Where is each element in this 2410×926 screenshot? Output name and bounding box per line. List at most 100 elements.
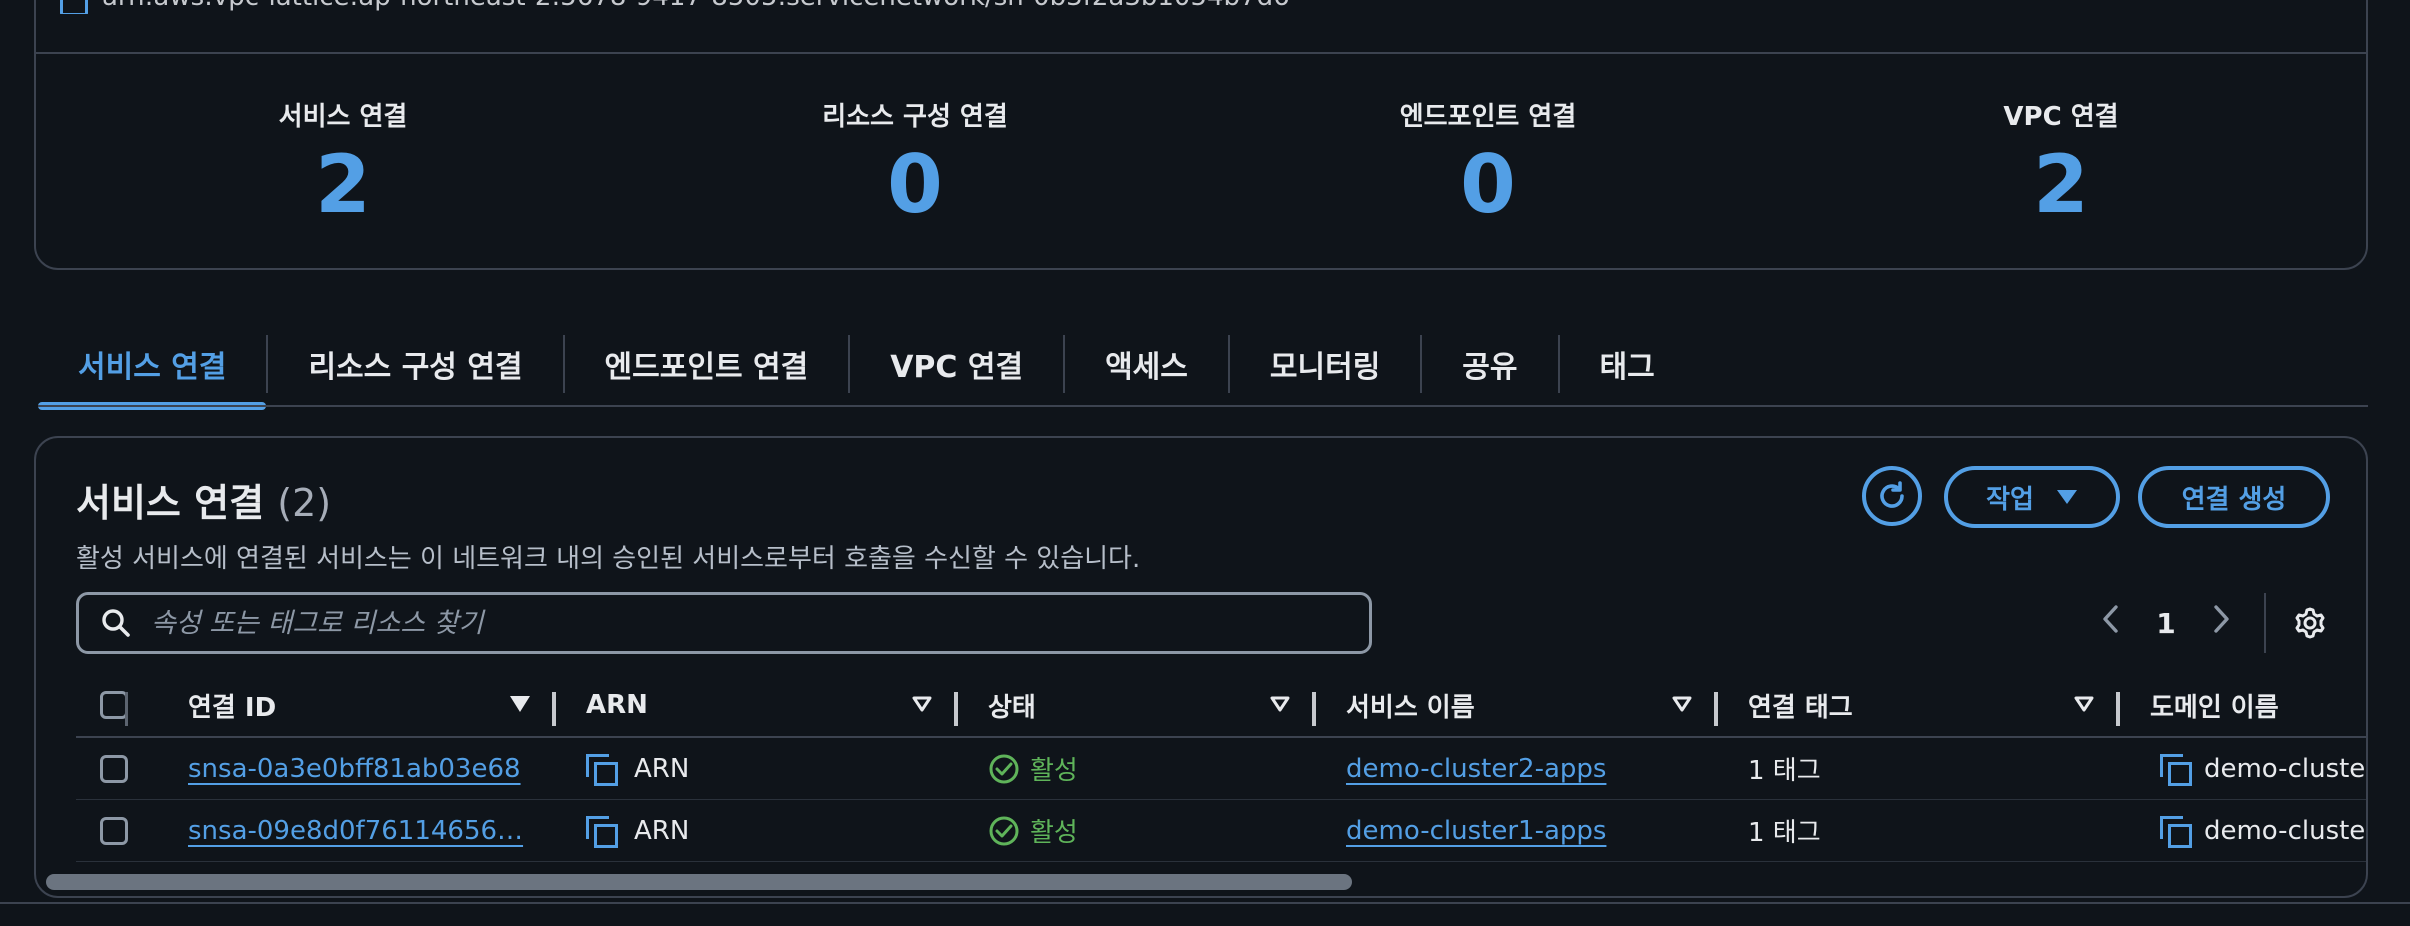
sort-icon[interactable]: [1672, 696, 1692, 712]
status-cell: 활성: [958, 738, 1316, 799]
check-circle-icon: [989, 754, 1019, 783]
panel-title-text: 서비스 연결: [76, 481, 265, 525]
tab-tags[interactable]: 태그: [1560, 326, 1695, 402]
copy-icon[interactable]: [2160, 753, 2192, 786]
row-checkbox[interactable]: [100, 754, 128, 783]
copy-icon[interactable]: [586, 815, 618, 848]
table-row: snsa-09e8d0f76114656… ARN 활성 demo-cluste…: [76, 800, 2368, 862]
tab-sharing[interactable]: 공유: [1422, 326, 1557, 402]
stat-value: 0: [1460, 138, 1516, 231]
tab-bar: 서비스 연결 리소스 구성 연결 엔드포인트 연결 VPC 연결 액세스 모니터…: [38, 326, 1695, 410]
tags-count: 1 태그: [1748, 818, 1821, 848]
tabs-underline: [38, 405, 2368, 407]
stat-resource-config-associations: 리소스 구성 연결 0: [765, 96, 1065, 233]
stat-endpoint-associations: 엔드포인트 연결 0: [1338, 96, 1638, 233]
association-tags-cell: 1 태그: [1718, 800, 2120, 861]
panel-count: (2): [277, 481, 332, 525]
tab-monitoring[interactable]: 모니터링: [1230, 326, 1420, 402]
pager-divider: [2264, 593, 2266, 653]
column-header-association-tags[interactable]: 연결 태그: [1718, 674, 2120, 736]
column-header-label: 상태: [988, 692, 1036, 723]
column-divider: [125, 692, 128, 726]
service-name-cell: demo-cluster1-apps: [1316, 800, 1718, 861]
tab-vpc-associations[interactable]: VPC 연결: [850, 326, 1063, 402]
tags-count: 1 태그: [1748, 756, 1821, 786]
domain-name-cell: demo-cluster: [2120, 800, 2368, 861]
actions-button-label: 작업: [1986, 484, 2034, 515]
stat-label: VPC 연결: [2003, 102, 2119, 132]
row-select-cell: [76, 800, 158, 861]
page-number[interactable]: 1: [2130, 607, 2202, 640]
column-header-label: 연결 ID: [188, 692, 277, 723]
chevron-right-icon[interactable]: [2202, 604, 2242, 642]
table-row: snsa-0a3e0bff81ab03e68 ARN 활성 demo-clust…: [76, 738, 2368, 800]
column-header-label: 연결 태그: [1748, 692, 1853, 723]
column-header-association-id[interactable]: 연결 ID: [158, 674, 556, 736]
panel-title: 서비스 연결 (2): [76, 472, 331, 527]
check-circle-icon: [989, 816, 1019, 845]
sort-icon[interactable]: [1270, 696, 1290, 712]
tab-resource-config-associations[interactable]: 리소스 구성 연결: [268, 326, 562, 402]
tab-service-associations[interactable]: 서비스 연결: [38, 326, 267, 410]
search-field[interactable]: [76, 592, 1372, 654]
column-header-service-name[interactable]: 서비스 이름: [1316, 674, 1718, 736]
create-association-button[interactable]: 연결 생성: [2138, 466, 2330, 528]
status-cell: 활성: [958, 800, 1316, 861]
sort-icon[interactable]: [912, 696, 932, 712]
copy-icon[interactable]: [2160, 815, 2192, 848]
stat-value: 2: [315, 138, 371, 231]
sort-icon[interactable]: [2074, 696, 2094, 712]
refresh-icon: [1880, 481, 1904, 508]
stat-label: 서비스 연결: [278, 102, 408, 132]
tab-access[interactable]: 액세스: [1065, 326, 1228, 402]
stat-label: 리소스 구성 연결: [822, 102, 1008, 132]
row-checkbox[interactable]: [100, 816, 128, 845]
arn-cell: ARN: [556, 738, 958, 799]
select-all-checkbox[interactable]: [100, 691, 128, 719]
copy-icon[interactable]: [60, 0, 88, 14]
stat-value: 0: [887, 138, 943, 231]
gear-icon[interactable]: [2292, 605, 2328, 641]
service-name-link[interactable]: demo-cluster1-apps: [1346, 816, 1606, 846]
panel-description: 활성 서비스에 연결된 서비스는 이 네트워크 내의 승인된 서비스로부터 호출…: [76, 544, 1141, 574]
horizontal-scrollbar-thumb[interactable]: [46, 874, 1352, 890]
stat-service-associations: 서비스 연결 2: [193, 96, 493, 233]
chevron-left-icon[interactable]: [2090, 604, 2130, 642]
row-select-cell: [76, 738, 158, 799]
footer-divider: [0, 902, 2410, 904]
arn-label: ARN: [634, 815, 690, 846]
summary-divider: [34, 52, 2368, 54]
refresh-button[interactable]: [1862, 466, 1922, 526]
service-name-cell: demo-cluster2-apps: [1316, 738, 1718, 799]
pagination: 1: [2090, 593, 2328, 653]
actions-button[interactable]: 작업: [1944, 466, 2120, 528]
domain-name-cell: demo-cluster: [2120, 738, 2368, 799]
association-id-link[interactable]: snsa-0a3e0bff81ab03e68: [188, 754, 521, 784]
domain-name-text: demo-cluster: [2203, 753, 2368, 784]
association-id-link[interactable]: snsa-09e8d0f76114656…: [188, 816, 523, 846]
column-header-status[interactable]: 상태: [958, 674, 1316, 736]
status-text: 활성: [1030, 756, 1078, 786]
domain-name-text: demo-cluster: [2203, 815, 2368, 846]
arn-label: ARN: [634, 753, 690, 784]
service-associations-panel: 서비스 연결 (2) 활성 서비스에 연결된 서비스는 이 네트워크 내의 승인…: [34, 436, 2368, 898]
header-select-cell: [76, 674, 158, 736]
network-arn-text: arn:aws:vpc-lattice:ap-northeast-2:5678-…: [102, 0, 1290, 12]
copy-icon[interactable]: [586, 753, 618, 786]
column-header-arn[interactable]: ARN: [556, 674, 958, 736]
column-header-label: 서비스 이름: [1346, 692, 1475, 723]
sort-icon[interactable]: [510, 696, 530, 712]
stat-value: 2: [2033, 138, 2089, 231]
network-arn: arn:aws:vpc-lattice:ap-northeast-2:5678-…: [60, 0, 1290, 14]
status-badge: 활성: [988, 750, 1078, 787]
association-id-cell: snsa-09e8d0f76114656…: [158, 800, 556, 861]
column-header-domain-name[interactable]: 도메인 이름: [2120, 674, 2366, 736]
column-header-label: 도메인 이름: [2150, 692, 2279, 723]
tab-endpoint-associations[interactable]: 엔드포인트 연결: [565, 326, 849, 402]
search-input[interactable]: [149, 606, 1369, 640]
arn-cell: ARN: [556, 800, 958, 861]
service-name-link[interactable]: demo-cluster2-apps: [1346, 754, 1606, 784]
association-tags-cell: 1 태그: [1718, 738, 2120, 799]
status-text: 활성: [1030, 818, 1078, 848]
stat-vpc-associations: VPC 연결 2: [1911, 96, 2211, 233]
